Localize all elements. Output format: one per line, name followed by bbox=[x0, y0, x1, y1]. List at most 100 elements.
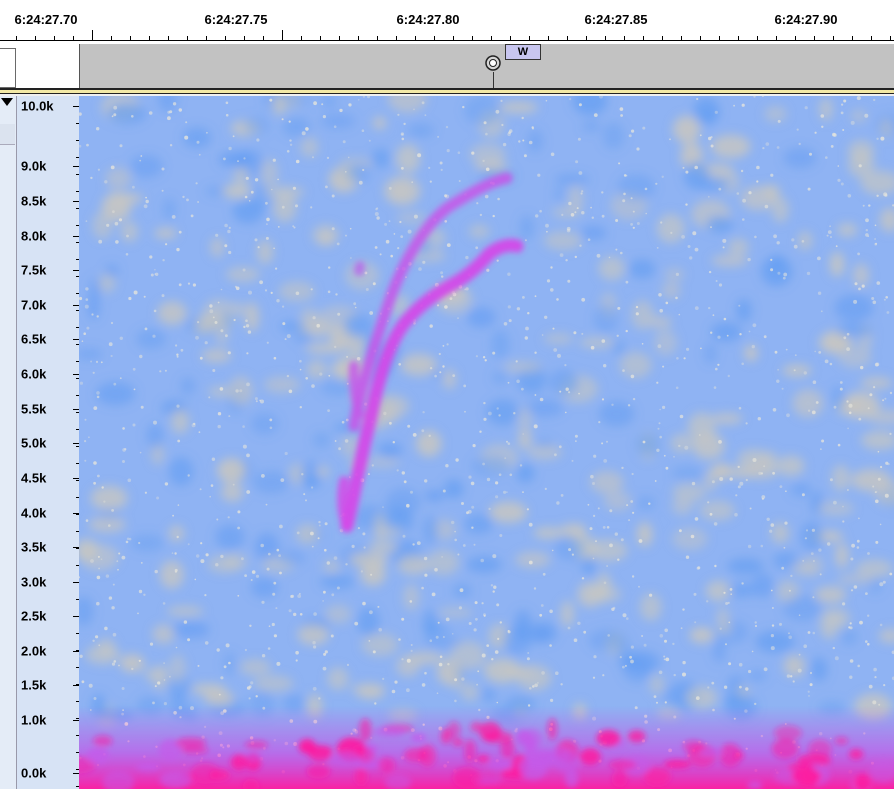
noise-dot bbox=[606, 440, 608, 443]
frequency-label: 8.0k bbox=[21, 228, 47, 244]
low-frequency-blob bbox=[452, 767, 482, 789]
noise-dot bbox=[883, 684, 886, 687]
noise-dot bbox=[275, 607, 278, 610]
label-marker-icon[interactable] bbox=[484, 52, 502, 72]
noise-dot bbox=[163, 702, 167, 706]
noise-blob bbox=[423, 516, 439, 545]
noise-dot bbox=[115, 240, 119, 244]
noise-dot bbox=[760, 544, 764, 548]
frequency-ruler[interactable]: 10.0k 9.0k 8.5k 8.0k 7.5k 7.0k 6.5k 6.0k… bbox=[17, 96, 80, 789]
noise-dot bbox=[635, 312, 639, 316]
noise-blob bbox=[628, 259, 656, 279]
noise-dot bbox=[206, 131, 208, 134]
noise-blob bbox=[851, 469, 892, 492]
noise-dot bbox=[350, 257, 352, 259]
noise-dot bbox=[140, 155, 143, 157]
noise-dot bbox=[872, 700, 877, 705]
noise-blob bbox=[223, 553, 248, 571]
noise-dot bbox=[85, 519, 89, 522]
noise-dot bbox=[293, 612, 297, 617]
noise-dot bbox=[434, 567, 438, 572]
noise-dot bbox=[692, 231, 697, 236]
noise-dot bbox=[336, 242, 340, 246]
noise-blob bbox=[98, 273, 116, 293]
noise-dot bbox=[421, 101, 425, 105]
noise-dot bbox=[349, 476, 351, 478]
noise-dot bbox=[199, 488, 202, 491]
noise-blob bbox=[736, 298, 752, 322]
noise-dot bbox=[187, 543, 190, 546]
noise-dot bbox=[104, 626, 108, 631]
noise-dot bbox=[503, 322, 508, 326]
spectrogram-view[interactable] bbox=[79, 96, 894, 789]
noise-dot bbox=[242, 444, 247, 449]
noise-dot bbox=[354, 621, 359, 626]
noise-dot bbox=[718, 187, 722, 191]
noise-dot bbox=[111, 662, 116, 666]
noise-dot bbox=[143, 295, 146, 298]
noise-dot bbox=[827, 542, 831, 546]
noise-dot bbox=[483, 401, 486, 405]
noise-dot bbox=[708, 306, 711, 310]
noise-dot bbox=[713, 386, 717, 389]
noise-dot bbox=[295, 650, 299, 655]
noise-blob bbox=[783, 147, 817, 169]
noise-dot bbox=[463, 384, 467, 388]
noise-blob bbox=[533, 527, 563, 539]
noise-dot bbox=[726, 334, 729, 337]
noise-dot bbox=[234, 285, 238, 288]
noise-dot bbox=[867, 552, 870, 555]
track-control-panel[interactable] bbox=[0, 96, 17, 789]
noise-blob bbox=[152, 664, 169, 691]
noise-dot bbox=[150, 273, 154, 277]
noise-dot bbox=[397, 247, 400, 250]
noise-dot bbox=[603, 459, 608, 463]
noise-dot bbox=[507, 305, 511, 309]
noise-dot bbox=[516, 379, 520, 384]
noise-dot bbox=[736, 192, 740, 195]
low-frequency-blob bbox=[627, 730, 646, 743]
noise-dot bbox=[175, 344, 178, 347]
noise-dot bbox=[814, 350, 816, 353]
noise-dot bbox=[818, 548, 822, 552]
noise-blob bbox=[294, 332, 313, 343]
noise-dot bbox=[664, 628, 668, 633]
noise-dot bbox=[524, 239, 527, 242]
noise-dot bbox=[595, 540, 597, 542]
label-text-box[interactable]: W bbox=[505, 44, 541, 60]
noise-dot bbox=[223, 157, 226, 161]
noise-dot bbox=[717, 335, 721, 339]
noise-dot bbox=[293, 226, 296, 229]
noise-dot bbox=[140, 405, 144, 409]
noise-dot bbox=[363, 546, 366, 549]
noise-dot bbox=[412, 543, 415, 546]
noise-dot bbox=[875, 540, 879, 544]
noise-dot bbox=[217, 424, 221, 429]
noise-dot bbox=[275, 267, 278, 270]
noise-blob bbox=[320, 113, 356, 129]
noise-dot bbox=[296, 531, 300, 535]
noise-dot bbox=[161, 167, 165, 171]
noise-dot bbox=[318, 697, 321, 700]
low-frequency-blob bbox=[519, 755, 548, 780]
noise-dot bbox=[345, 234, 347, 237]
noise-dot bbox=[455, 458, 459, 462]
noise-dot bbox=[742, 198, 746, 203]
noise-dot bbox=[665, 301, 669, 305]
ruler-ticks bbox=[0, 30, 894, 41]
label-track[interactable]: W bbox=[0, 44, 894, 88]
noise-dot bbox=[603, 364, 607, 368]
noise-dot bbox=[401, 617, 405, 621]
time-ruler[interactable]: 6:24:27.70 6:24:27.75 6:24:27.80 6:24:27… bbox=[0, 0, 894, 44]
noise-dot bbox=[286, 150, 290, 153]
track-separator[interactable] bbox=[0, 88, 894, 96]
noise-dot bbox=[539, 613, 543, 617]
noise-blob bbox=[622, 650, 661, 673]
noise-dot bbox=[803, 371, 807, 375]
chevron-down-icon[interactable] bbox=[1, 98, 13, 106]
track-control-button[interactable] bbox=[0, 124, 15, 145]
noise-dot bbox=[412, 433, 417, 437]
noise-dot bbox=[178, 283, 182, 287]
low-frequency-blob bbox=[579, 748, 601, 766]
noise-dot bbox=[198, 153, 201, 156]
